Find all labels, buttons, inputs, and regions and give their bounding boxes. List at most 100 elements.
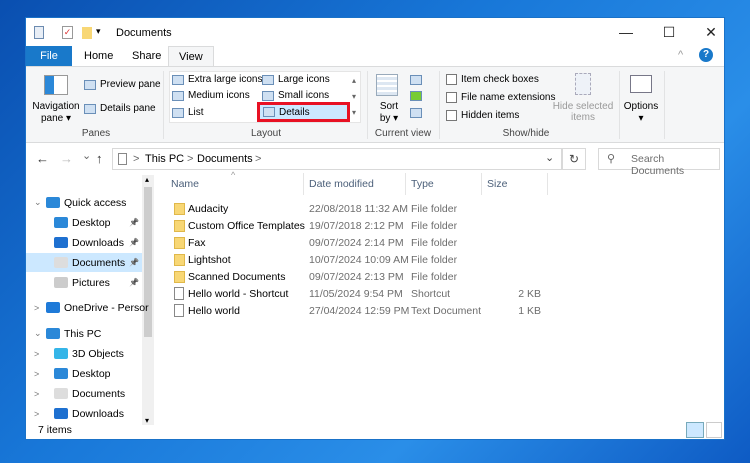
column-header-date-modified[interactable]: Date modified (309, 178, 374, 195)
expand-icon[interactable]: ⌄ (34, 328, 42, 339)
sidebar-item-downloads[interactable]: > Downloads (26, 404, 142, 423)
search-icon: ⚲ (607, 153, 616, 165)
tab-view[interactable]: View (168, 46, 214, 66)
list-icon (172, 107, 184, 118)
up-button[interactable]: ↑ (96, 151, 103, 166)
scrollbar-thumb[interactable] (144, 187, 152, 337)
details-pane-label: Details pane (100, 103, 156, 114)
new-folder-icon[interactable] (82, 27, 92, 39)
folder-icon (174, 271, 185, 283)
file-date: 22/08/2018 11:32 AM (309, 203, 409, 215)
file-row[interactable]: Fax 09/07/2024 2:14 PM File folder (171, 235, 551, 252)
search-placeholder: Search Documents (631, 153, 685, 177)
preview-pane-button[interactable]: Preview pane (84, 79, 161, 90)
breadcrumb-this-pc[interactable]: This PC (145, 153, 184, 165)
column-header-size[interactable]: Size (487, 178, 507, 195)
checkmark-icon[interactable]: ✓ (62, 26, 73, 39)
sidebar-item-desktop[interactable]: Desktop 📌 (26, 213, 142, 232)
layout-details[interactable]: Details (257, 102, 350, 122)
layout-label: Small icons (278, 90, 330, 101)
file-row[interactable]: Hello world 27/04/2024 12:59 PM Text Doc… (171, 303, 551, 320)
sidebar-item-label: Downloads (72, 407, 124, 420)
column-header-name[interactable]: Name (171, 178, 199, 195)
tab-file[interactable]: File (26, 46, 72, 66)
breadcrumb-documents[interactable]: Documents (197, 153, 253, 165)
layout-small-icons[interactable]: Small icons (262, 90, 329, 101)
layout-label: Large icons (278, 74, 330, 85)
checkbox[interactable] (446, 74, 457, 85)
help-icon[interactable]: ? (699, 48, 713, 62)
options-arrow: ▾ (638, 113, 644, 124)
properties-icon[interactable] (34, 26, 44, 39)
hidden-items[interactable]: Hidden items (446, 110, 519, 121)
expand-icon[interactable]: > (34, 409, 39, 419)
address-dropdown-button[interactable]: ⌄ (545, 151, 554, 164)
item-check-boxes-label: Item check boxes (461, 74, 539, 85)
sort-icon (376, 74, 398, 96)
file-row[interactable]: Hello world - Shortcut 11/05/2024 9:54 P… (171, 286, 551, 303)
expand-icon[interactable]: > (34, 389, 39, 399)
options-button[interactable]: Options ▾ (622, 101, 660, 125)
expand-icon[interactable]: > (34, 349, 39, 359)
large-icons-view-button[interactable] (706, 422, 722, 438)
layout-medium-icons[interactable]: Medium icons (172, 90, 250, 101)
details-view-button[interactable] (686, 422, 704, 438)
close-button[interactable]: ✕ (701, 24, 721, 41)
customize-toolbar-icon[interactable]: ▾ (96, 26, 101, 37)
sidebar-item-3d-objects[interactable]: >3D Objects (26, 344, 142, 363)
file-row[interactable]: Scanned Documents 09/07/2024 2:13 PM Fil… (171, 269, 551, 286)
file-row[interactable]: Lightshot 10/07/2024 10:09 AM File folde… (171, 252, 551, 269)
sort-label-2: by ▾ (379, 113, 399, 124)
sidebar-item-label: 3D Objects (72, 347, 124, 360)
add-columns-icon[interactable] (410, 91, 422, 101)
size-columns-icon[interactable] (410, 108, 422, 118)
layout-large-icons[interactable]: Large icons (262, 74, 330, 85)
minimize-button[interactable]: — (616, 24, 636, 40)
search-box[interactable]: ⚲ Search Documents (598, 148, 720, 177)
item-check-boxes[interactable]: Item check boxes (446, 74, 539, 85)
sidebar-item-quick-access[interactable]: ⌄ Quick access (26, 193, 142, 212)
refresh-button[interactable]: ↻ (562, 148, 586, 170)
sidebar-item-documents[interactable]: Documents 📌 (26, 253, 142, 272)
ribbon-tabs: File Home Share View ^ ? (26, 46, 724, 66)
collapse-ribbon-icon[interactable]: ^ (678, 49, 683, 61)
sidebar-scrollbar[interactable]: ▴ ▾ (142, 175, 154, 425)
checkbox[interactable] (446, 110, 457, 121)
column-header-type[interactable]: Type (411, 178, 434, 195)
forward-button[interactable]: → (60, 151, 73, 166)
recent-locations-button[interactable]: ⌄ (82, 149, 91, 162)
layout-scroll[interactable]: ▴ ▾ ▾ (352, 73, 356, 121)
layout-list[interactable]: List (172, 107, 204, 118)
details-pane-button[interactable]: Details pane (84, 103, 156, 114)
file-row[interactable]: Audacity 22/08/2018 11:32 AM File folder (171, 201, 551, 218)
address-bar[interactable]: > This PC > Documents > ⌄ (112, 148, 562, 170)
sidebar-item-documents[interactable]: > Documents (26, 384, 142, 403)
sidebar-item-label: Downloads (72, 236, 124, 249)
back-button[interactable]: ← (36, 151, 49, 166)
file-type: File folder (411, 237, 458, 249)
sidebar-item-onedrive-persor[interactable]: > OneDrive - Persor (26, 298, 149, 317)
file-name-extensions[interactable]: File name extensions (446, 92, 556, 103)
sidebar-item-downloads[interactable]: Downloads 📌 (26, 233, 142, 252)
checkbox[interactable] (446, 92, 457, 103)
hidden-items-label: Hidden items (461, 110, 520, 121)
sidebar-item-this-pc[interactable]: ⌄ This PC (26, 324, 142, 343)
layout-extra-large-icons[interactable]: Extra large icons (172, 74, 262, 85)
sidebar-item-label: This PC (64, 327, 102, 340)
hide-selected-button[interactable]: Hide selected items (550, 101, 616, 123)
file-row[interactable]: Custom Office Templates 19/07/2018 2:12 … (171, 218, 551, 235)
sort-by-button[interactable]: Sort by ▾ (374, 101, 404, 125)
expand-icon[interactable]: > (34, 369, 39, 379)
expand-icon[interactable]: > (34, 303, 39, 313)
tab-share[interactable]: Share (122, 46, 171, 66)
layout-group-label: Layout (250, 128, 282, 139)
group-by-icon[interactable] (410, 75, 422, 85)
tab-home[interactable]: Home (74, 46, 123, 66)
sidebar-item-desktop[interactable]: > Desktop (26, 364, 142, 383)
maximize-button[interactable]: ☐ (659, 24, 679, 41)
navigation-pane-button[interactable]: Navigation pane ▾ (30, 101, 82, 125)
pin-icon: 📌 (129, 218, 139, 227)
title-bar: ✓ ▾ Documents — ☐ ✕ (26, 18, 724, 48)
sidebar-item-pictures[interactable]: Pictures 📌 (26, 273, 142, 292)
expand-icon[interactable]: ⌄ (34, 197, 42, 208)
